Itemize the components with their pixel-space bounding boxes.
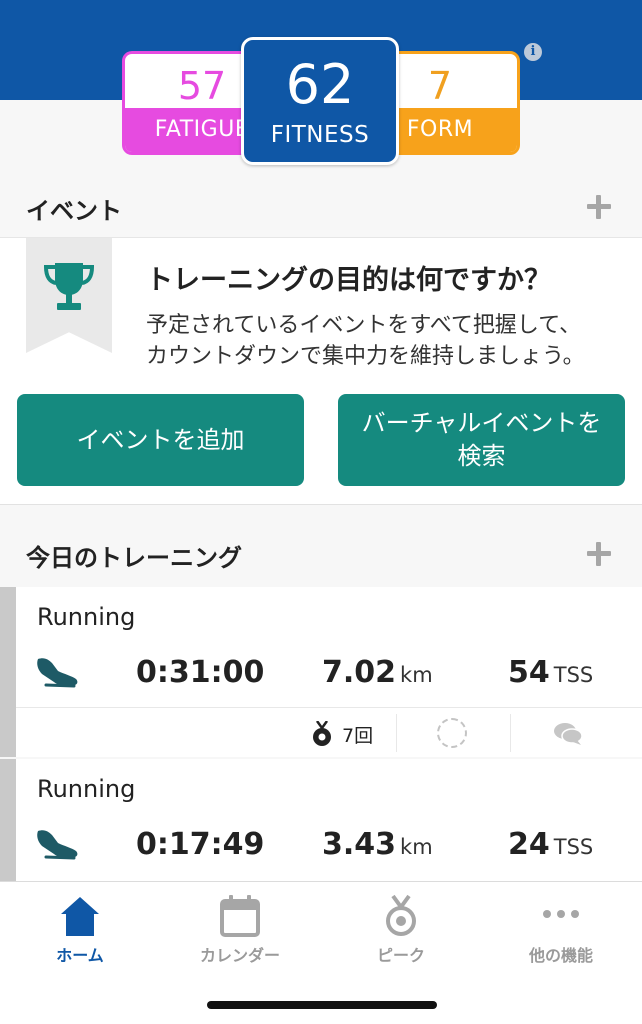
tab-more-label: 他の機能 — [528, 946, 593, 965]
training-section-title: 今日のトレーニング — [26, 544, 242, 572]
event-prompt-card: トレーニングの目的は何ですか？ 予定されているイベントをすべて把握して、 カウン… — [0, 237, 642, 505]
distance-value: 7.02 — [322, 655, 397, 690]
event-description-line: 予定されているイベントをすべて把握して、 — [146, 313, 582, 338]
event-heading: トレーニングの目的は何ですか？ — [146, 265, 551, 296]
duration-value: 0:17:49 — [136, 827, 265, 862]
workout-duration: 0:31:00 — [136, 655, 264, 690]
workout-tss: 54 TSS — [508, 655, 593, 690]
tab-peak[interactable]: ピーク — [321, 894, 481, 974]
event-description-line: カウントダウンで集中力を維持しましょう。 — [146, 344, 585, 369]
virtual-button-label-line: 検索 — [457, 442, 506, 470]
training-section-header: 今日のトレーニング — [0, 524, 642, 584]
peak-medal-icon — [386, 894, 416, 936]
add-workout-plus-icon[interactable] — [587, 542, 611, 566]
workout-distance: 7.02 km — [322, 655, 433, 690]
tab-home-label: ホーム — [56, 946, 104, 965]
smile-feeling-icon[interactable] — [437, 718, 467, 748]
workout-tss: 24 TSS — [508, 827, 593, 862]
workout-type: Running — [37, 775, 136, 803]
calendar-icon — [220, 895, 260, 937]
tss-unit: TSS — [553, 835, 594, 859]
workout-duration: 0:17:49 — [136, 827, 264, 862]
tab-calendar-label: カレンダー — [199, 946, 280, 965]
add-event-plus-icon[interactable] — [587, 195, 611, 219]
fitness-label: FITNESS — [270, 122, 370, 148]
workout-status-bar — [0, 587, 16, 757]
tab-home[interactable]: ホーム — [0, 894, 160, 974]
fitness-card[interactable]: 62 FITNESS — [241, 37, 399, 165]
actions-divider — [510, 714, 511, 752]
home-indicator[interactable] — [207, 1001, 437, 1009]
tab-more[interactable]: 他の機能 — [481, 894, 641, 974]
distance-value: 3.43 — [322, 827, 397, 862]
virtual-button-label-line: バーチャルイベントを — [361, 409, 602, 437]
medal-icon — [313, 721, 331, 746]
medal-count[interactable]: 7回 — [342, 721, 373, 748]
workout-card[interactable]: Running 0:31:00 7.02 km 54 TSS 7回 — [0, 587, 642, 757]
metrics-panel: 57 FATIGUE 7 FORM 62 FITNESS i — [0, 0, 642, 175]
workout-status-bar — [0, 759, 16, 882]
more-icon — [543, 910, 579, 918]
tss-unit: TSS — [553, 663, 594, 687]
duration-value: 0:31:00 — [136, 655, 265, 690]
search-virtual-events-button[interactable]: バーチャルイベントを 検索 — [338, 394, 625, 486]
comment-icon[interactable] — [553, 722, 583, 746]
workout-type: Running — [37, 603, 136, 631]
tss-value: 24 — [508, 827, 550, 862]
actions-divider — [396, 714, 397, 752]
tab-peak-label: ピーク — [376, 946, 425, 965]
fitness-value: 62 — [285, 53, 355, 116]
events-section-header: イベント — [0, 177, 642, 237]
trophy-icon — [43, 263, 95, 310]
distance-unit: km — [400, 663, 433, 687]
workout-card[interactable]: Running 0:17:49 3.43 km 24 TSS — [0, 759, 642, 882]
workout-actions: 7回 — [16, 707, 642, 757]
add-event-button[interactable]: イベントを追加 — [17, 394, 304, 486]
add-event-button-label: イベントを追加 — [76, 425, 245, 454]
tab-calendar[interactable]: カレンダー — [160, 894, 320, 974]
info-icon[interactable]: i — [524, 43, 542, 61]
home-icon — [61, 897, 99, 936]
workout-list: Running 0:31:00 7.02 km 54 TSS 7回 Runnin… — [0, 587, 642, 882]
tss-value: 54 — [508, 655, 550, 690]
workout-distance: 3.43 km — [322, 827, 433, 862]
distance-unit: km — [400, 835, 433, 859]
events-section-title: イベント — [26, 197, 122, 225]
running-shoe-icon — [37, 658, 78, 688]
running-shoe-icon — [37, 830, 78, 860]
event-description: 予定されているイベントをすべて把握して、 カウントダウンで集中力を維持しましょう… — [146, 310, 626, 372]
